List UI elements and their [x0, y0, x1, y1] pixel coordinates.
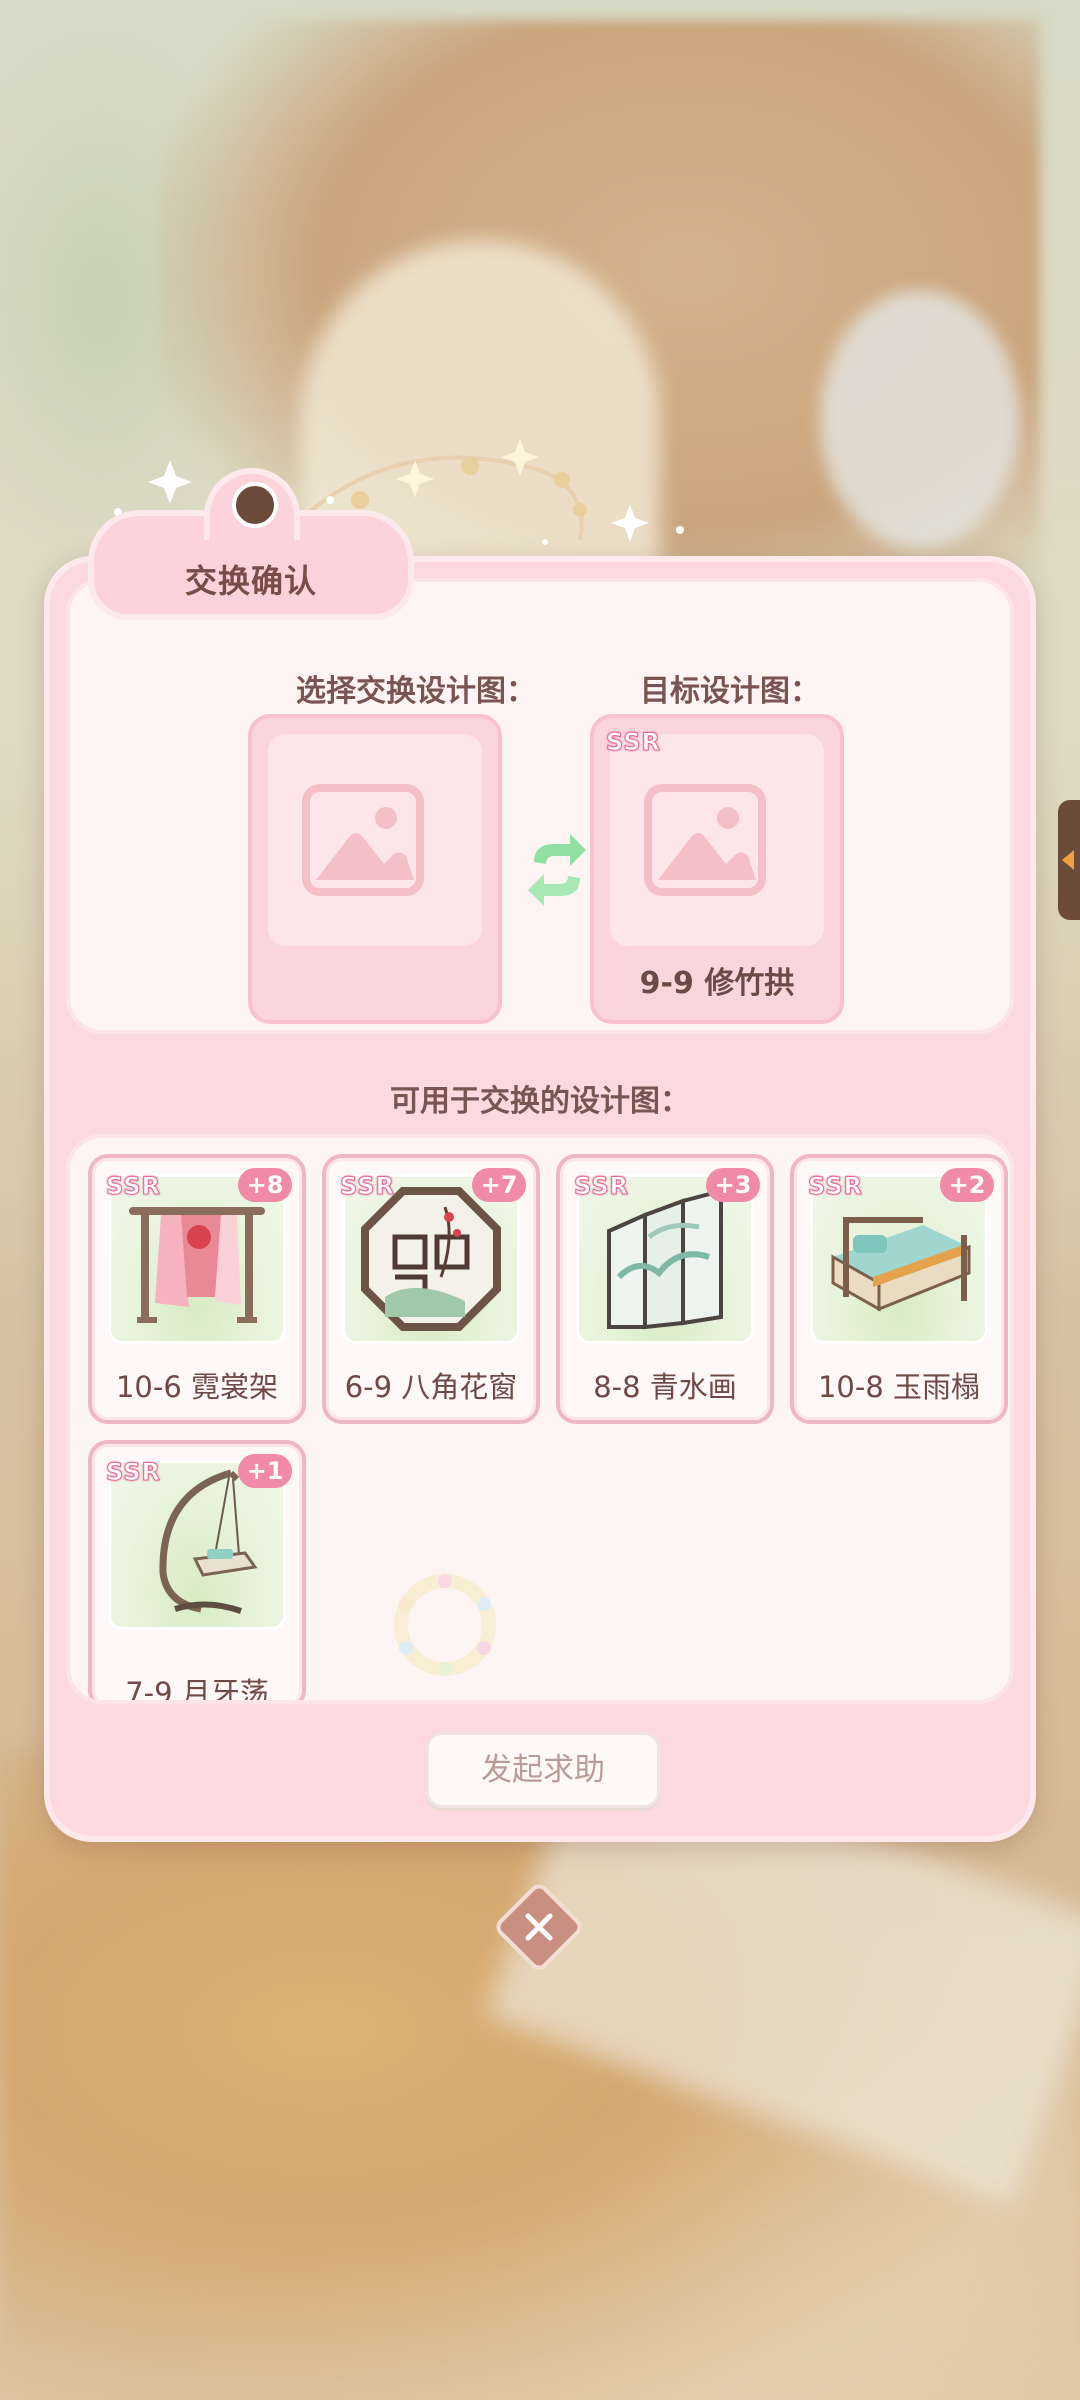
- request-help-button[interactable]: 发起求助: [426, 1732, 660, 1808]
- rarity-badge: SSR: [606, 728, 661, 757]
- available-label: 可用于交换的设计图：: [390, 1084, 690, 1119]
- dialog-title: 交换确认: [184, 562, 317, 600]
- rarity-badge: SSR: [106, 1458, 161, 1487]
- design-name: 10-6 霓裳架: [115, 1370, 279, 1404]
- design-card[interactable]: SSR +2 10-8 玉雨榻: [790, 1154, 1008, 1424]
- available-designs-list[interactable]: SSR +8 10-6 霓裳架 SSR +7 6-9 八角花窗 SSR +3 8…: [66, 1134, 1014, 1704]
- rarity-badge: SSR: [574, 1172, 629, 1201]
- design-name: 8-8 青水画: [593, 1370, 737, 1404]
- design-card[interactable]: SSR +3 8-8 青水画: [556, 1154, 774, 1424]
- count-badge: +1: [238, 1454, 292, 1488]
- avatar: [232, 482, 278, 528]
- loading-ring-icon: [394, 1574, 496, 1676]
- count-badge: +2: [940, 1168, 994, 1202]
- count-badge: +8: [238, 1168, 292, 1202]
- design-card[interactable]: SSR +1 7-9 月牙荡: [88, 1440, 306, 1704]
- close-icon: [525, 1913, 553, 1941]
- target-name: 9-9 修竹拱: [639, 966, 795, 1001]
- design-name: 10-8 玉雨榻: [817, 1370, 981, 1404]
- target-slot[interactable]: SSR 9-9 修竹拱: [590, 714, 844, 1024]
- design-card[interactable]: SSR +8 10-6 霓裳架: [88, 1154, 306, 1424]
- dialog-title-tab: 交换确认: [88, 468, 414, 620]
- select-label: 选择交换设计图：: [296, 674, 536, 709]
- exchange-confirm-dialog: 选择交换设计图： 目标设计图： SSR 9-9 修竹拱 可用于交换的设计图： S…: [44, 556, 1036, 1842]
- image-placeholder-icon: [302, 784, 424, 896]
- design-name: 6-9 八角花窗: [344, 1370, 518, 1404]
- rarity-badge: SSR: [808, 1172, 863, 1201]
- image-placeholder-icon: [644, 784, 766, 896]
- exchange-selection-panel: 选择交换设计图： 目标设计图： SSR 9-9 修竹拱: [66, 578, 1014, 1034]
- count-badge: +3: [706, 1168, 760, 1202]
- target-label: 目标设计图：: [640, 674, 820, 709]
- design-name: 7-9 月牙荡: [125, 1676, 269, 1704]
- side-drawer-handle[interactable]: [1058, 800, 1080, 920]
- design-card[interactable]: SSR +7 6-9 八角花窗: [322, 1154, 540, 1424]
- rarity-badge: SSR: [340, 1172, 395, 1201]
- select-slot[interactable]: [248, 714, 502, 1024]
- count-badge: +7: [472, 1168, 526, 1202]
- swap-arrows-icon: [528, 834, 586, 906]
- rarity-badge: SSR: [106, 1172, 161, 1201]
